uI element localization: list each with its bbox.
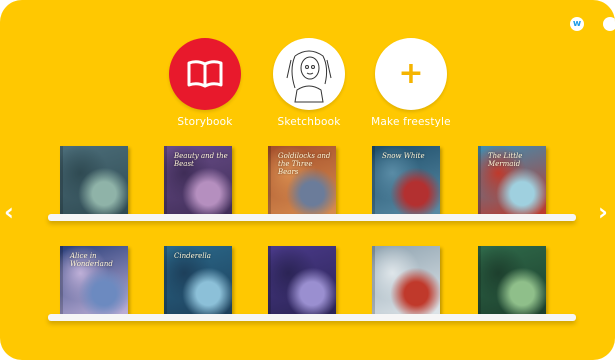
plus-icon: + xyxy=(398,56,424,91)
w-icon[interactable]: w xyxy=(570,17,584,31)
book-title: The Little Mermaid xyxy=(488,152,523,168)
book-cover[interactable]: Snow White xyxy=(372,146,440,214)
book-title: Beauty and the Beast xyxy=(174,152,228,168)
make-freestyle-button[interactable]: + Make freestyle xyxy=(361,38,461,128)
book-title: Cinderella xyxy=(174,252,211,260)
storybook-label: Storybook xyxy=(177,116,233,128)
previous-arrow-icon[interactable]: ‹ xyxy=(4,198,14,226)
storybook-mode-button[interactable]: Storybook xyxy=(155,38,255,128)
book-title: Snow White xyxy=(382,152,425,160)
book-cover[interactable]: Beauty and the Beast xyxy=(164,146,232,214)
book-cover[interactable]: Goldilocks and the Three Bears xyxy=(268,146,336,214)
next-arrow-icon[interactable]: › xyxy=(598,198,608,226)
book-title: Goldilocks and the Three Bears xyxy=(278,152,331,176)
book-cover[interactable]: Alice in Wonderland xyxy=(60,246,128,314)
book-cover[interactable] xyxy=(268,246,336,314)
book-cover[interactable] xyxy=(478,246,546,314)
book-cover[interactable]: Cinderella xyxy=(164,246,232,314)
book-cover[interactable]: The Little Mermaid xyxy=(478,146,546,214)
sketchbook-thumbnail xyxy=(273,38,345,110)
make-freestyle-label: Make freestyle xyxy=(371,116,451,128)
book-cover[interactable] xyxy=(60,146,128,214)
sketchbook-mode-button[interactable]: Sketchbook xyxy=(259,38,359,128)
partial-icon[interactable] xyxy=(603,17,615,31)
bookshelf xyxy=(48,214,576,221)
bookshelf xyxy=(48,314,576,321)
book-cover[interactable] xyxy=(372,246,440,314)
storybook-icon xyxy=(169,38,241,110)
sketchbook-label: Sketchbook xyxy=(277,116,341,128)
book-title: Alice in Wonderland xyxy=(70,252,113,268)
add-circle: + xyxy=(375,38,447,110)
storybook-panel: Storybook Sketchbook + Make freestyle w … xyxy=(0,0,615,360)
